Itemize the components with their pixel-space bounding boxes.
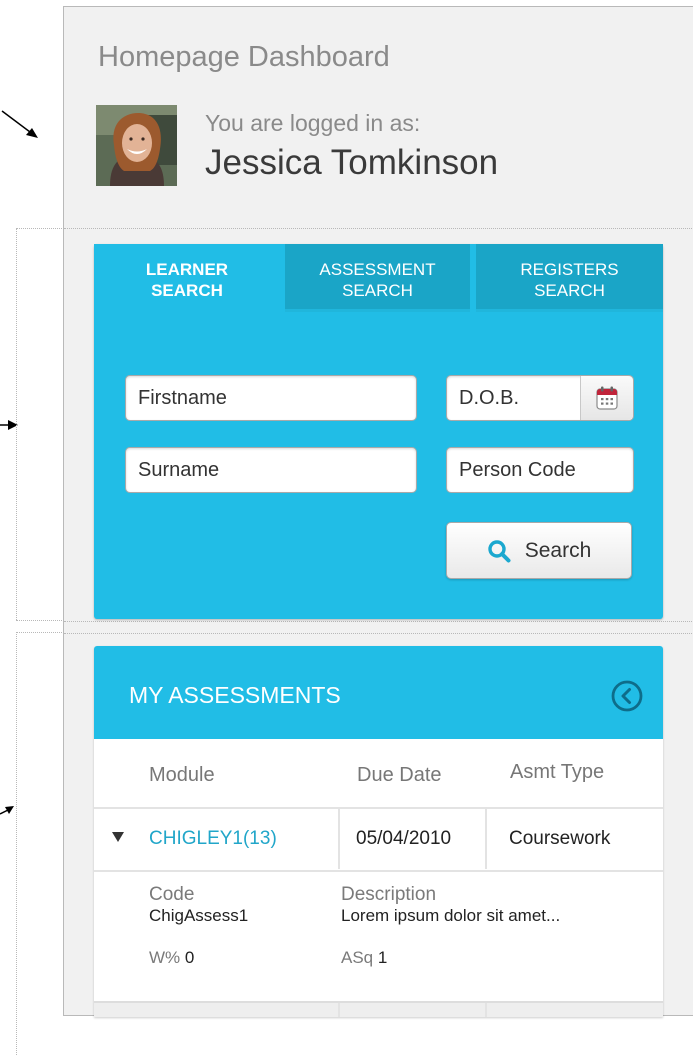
- tab-learner-search[interactable]: LEARNER SEARCH: [94, 244, 280, 312]
- annotation-guide: [16, 228, 17, 620]
- collapse-circle-icon[interactable]: [610, 679, 644, 713]
- column-divider: [485, 1003, 487, 1017]
- code-value: ChigAssess1: [149, 906, 249, 925]
- surname-placeholder: Surname: [138, 459, 220, 481]
- dob-placeholder: D.O.B.: [459, 387, 520, 409]
- dashboard-panel: Homepage Dashboard You are logged in as:…: [63, 6, 693, 1017]
- tab-label: LEARNER: [145, 260, 229, 279]
- column-divider: [338, 807, 340, 869]
- firstname-field[interactable]: Firstname: [125, 375, 417, 421]
- weight-field: W% 0: [149, 948, 194, 968]
- next-row-strip: [94, 1001, 663, 1017]
- tab-label: SEARCH: [151, 281, 223, 300]
- tab-registers-search[interactable]: REGISTERS SEARCH: [476, 244, 663, 312]
- sequence-label: ASq: [341, 948, 374, 967]
- column-header-module[interactable]: Module: [149, 764, 215, 787]
- due-date-cell: 05/04/2010: [356, 828, 452, 849]
- asmt-type-cell: Coursework: [509, 828, 611, 849]
- tab-label: SEARCH: [342, 281, 413, 300]
- column-header-asmt-type[interactable]: Asmt Type: [510, 761, 604, 784]
- calendar-icon: [596, 386, 618, 410]
- sequence-value: 1: [377, 948, 388, 967]
- sequence-field: ASq 1: [341, 948, 387, 968]
- module-link[interactable]: CHIGLEY1(13): [149, 828, 277, 850]
- tab-label: ASSESSMENT: [319, 260, 436, 279]
- row-divider: [94, 870, 663, 872]
- assessments-header: MY ASSESSMENTS: [94, 646, 663, 739]
- surname-field[interactable]: Surname: [125, 447, 417, 493]
- my-assessments-card: MY ASSESSMENTS Module Due Date Asmt Type…: [94, 646, 663, 1017]
- annotation-guide: [16, 632, 17, 1055]
- row-divider: [94, 807, 663, 809]
- weight-label: W%: [149, 948, 181, 967]
- search-button-label: Search: [524, 538, 592, 562]
- search-card: LEARNER SEARCH ASSESSMENT SEARCH REGISTE…: [94, 244, 663, 619]
- tab-assessment-search[interactable]: ASSESSMENT SEARCH: [285, 244, 470, 312]
- assessments-title: MY ASSESSMENTS: [129, 682, 341, 708]
- user-name: Jessica Tomkinson: [205, 143, 499, 182]
- search-icon: [488, 539, 511, 562]
- column-divider: [338, 1003, 340, 1017]
- section-divider: [64, 621, 693, 622]
- description-value: Lorem ipsum dolor sit amet...: [341, 906, 561, 925]
- code-label: Code: [149, 884, 195, 905]
- tab-label: REGISTERS: [520, 260, 619, 279]
- dob-field[interactable]: D.O.B.: [446, 375, 634, 421]
- avatar[interactable]: [96, 105, 177, 186]
- page-title: Homepage Dashboard: [98, 41, 390, 73]
- description-label: Description: [341, 884, 437, 905]
- section-divider: [64, 228, 693, 229]
- triangle-down-icon[interactable]: [111, 831, 125, 843]
- weight-value: 0: [184, 948, 195, 967]
- tab-label: SEARCH: [534, 281, 605, 300]
- section-divider: [64, 633, 693, 634]
- logged-in-label: You are logged in as:: [205, 110, 421, 136]
- annotation-arrow-icon: [1, 110, 38, 138]
- person-code-placeholder: Person Code: [459, 459, 576, 481]
- firstname-placeholder: Firstname: [138, 387, 227, 409]
- date-picker-button[interactable]: [580, 376, 633, 420]
- search-button[interactable]: Search: [446, 522, 632, 579]
- annotation-guide: [16, 620, 64, 621]
- annotation-guide: [16, 228, 64, 229]
- person-code-field[interactable]: Person Code: [446, 447, 634, 493]
- annotation-guide: [16, 632, 64, 633]
- annotation-arrow-icon: [0, 420, 18, 430]
- column-header-due-date[interactable]: Due Date: [357, 764, 442, 787]
- column-divider: [485, 807, 487, 869]
